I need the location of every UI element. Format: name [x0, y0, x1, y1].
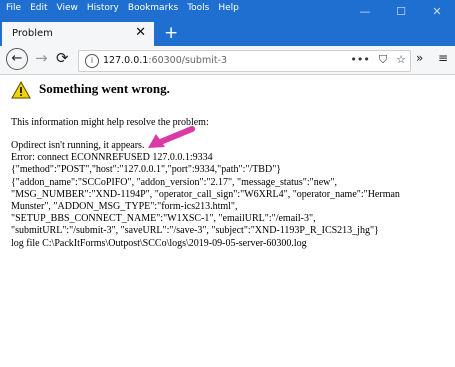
nav-bar: ← → ⟳ i 127.0.0.1:60300/submit-3 ••• ⛉ ☆… — [0, 46, 455, 75]
tab-title: Problem — [12, 28, 53, 39]
url-text[interactable]: 127.0.0.1:60300/submit-3 — [103, 55, 227, 66]
menu-edit[interactable]: Edit — [30, 3, 47, 13]
menu-help[interactable]: Help — [218, 3, 239, 13]
menu-bar: File Edit View History Bookmarks Tools H… — [6, 3, 239, 13]
menu-bookmarks[interactable]: Bookmarks — [128, 3, 178, 13]
new-tab-button[interactable]: + — [164, 23, 178, 43]
menu-view[interactable]: View — [57, 3, 78, 13]
overflow-icon[interactable]: » — [416, 51, 423, 65]
detail-line: "SETUP_BBS_CONNECT_NAME":"W1XSC-1", "ema… — [11, 213, 316, 225]
error-details: Opdirect isn't running, it appears. Erro… — [11, 140, 451, 250]
detail-line: Opdirect isn't running, it appears. — [11, 140, 145, 151]
detail-line: {"method":"POST","host":"127.0.0.1","por… — [11, 164, 282, 176]
annotation-arrow-icon — [148, 126, 195, 148]
page-content: Something went wrong. This information m… — [0, 75, 455, 367]
maximize-button[interactable]: ☐ — [383, 0, 419, 22]
menu-history[interactable]: History — [87, 3, 119, 13]
tab-strip: Problem ✕ + — [0, 22, 455, 46]
url-host: 127.0.0.1 — [103, 55, 149, 66]
forward-button[interactable]: → — [35, 49, 48, 67]
warning-icon — [11, 81, 31, 99]
tab-problem[interactable]: Problem ✕ — [2, 22, 154, 46]
detail-line: "submitURL":"/submit-3", "saveURL":"/sav… — [11, 225, 379, 237]
title-bar: File Edit View History Bookmarks Tools H… — [0, 0, 455, 22]
detail-line: {"addon_name":"SCCoPIFO", "addon_version… — [11, 176, 337, 188]
reload-button[interactable]: ⟳ — [56, 49, 69, 67]
info-text: This information might help resolve the … — [11, 117, 209, 128]
url-bar[interactable]: i 127.0.0.1:60300/submit-3 ••• ⛉ ☆ — [78, 50, 411, 72]
minimize-button[interactable]: — — [347, 0, 383, 22]
menu-tools[interactable]: Tools — [187, 3, 209, 13]
hamburger-menu-icon[interactable]: ≡ — [438, 51, 448, 65]
detail-line: "MSG_NUMBER":"XND-1194P", "operator_call… — [11, 188, 400, 200]
bookmark-star-icon[interactable]: ☆ — [396, 53, 406, 67]
page-actions-icon[interactable]: ••• — [350, 53, 369, 67]
back-button[interactable]: ← — [6, 48, 28, 70]
detail-line: Error: connect ECONNREFUSED 127.0.0.1:93… — [11, 152, 213, 164]
close-window-button[interactable]: ✕ — [419, 0, 455, 22]
menu-file[interactable]: File — [6, 3, 21, 13]
detail-line: Munster", "ADDON_MSG_TYPE":"form-ics213.… — [11, 201, 238, 213]
url-path: :60300/submit-3 — [148, 55, 228, 66]
info-icon[interactable]: i — [85, 54, 99, 68]
pocket-icon[interactable]: ⛉ — [379, 53, 387, 67]
detail-line: log file C:\PackItForms\Outpost\SCCo\log… — [11, 237, 307, 249]
close-tab-icon[interactable]: ✕ — [135, 25, 146, 40]
error-heading: Something went wrong. — [39, 81, 170, 96]
